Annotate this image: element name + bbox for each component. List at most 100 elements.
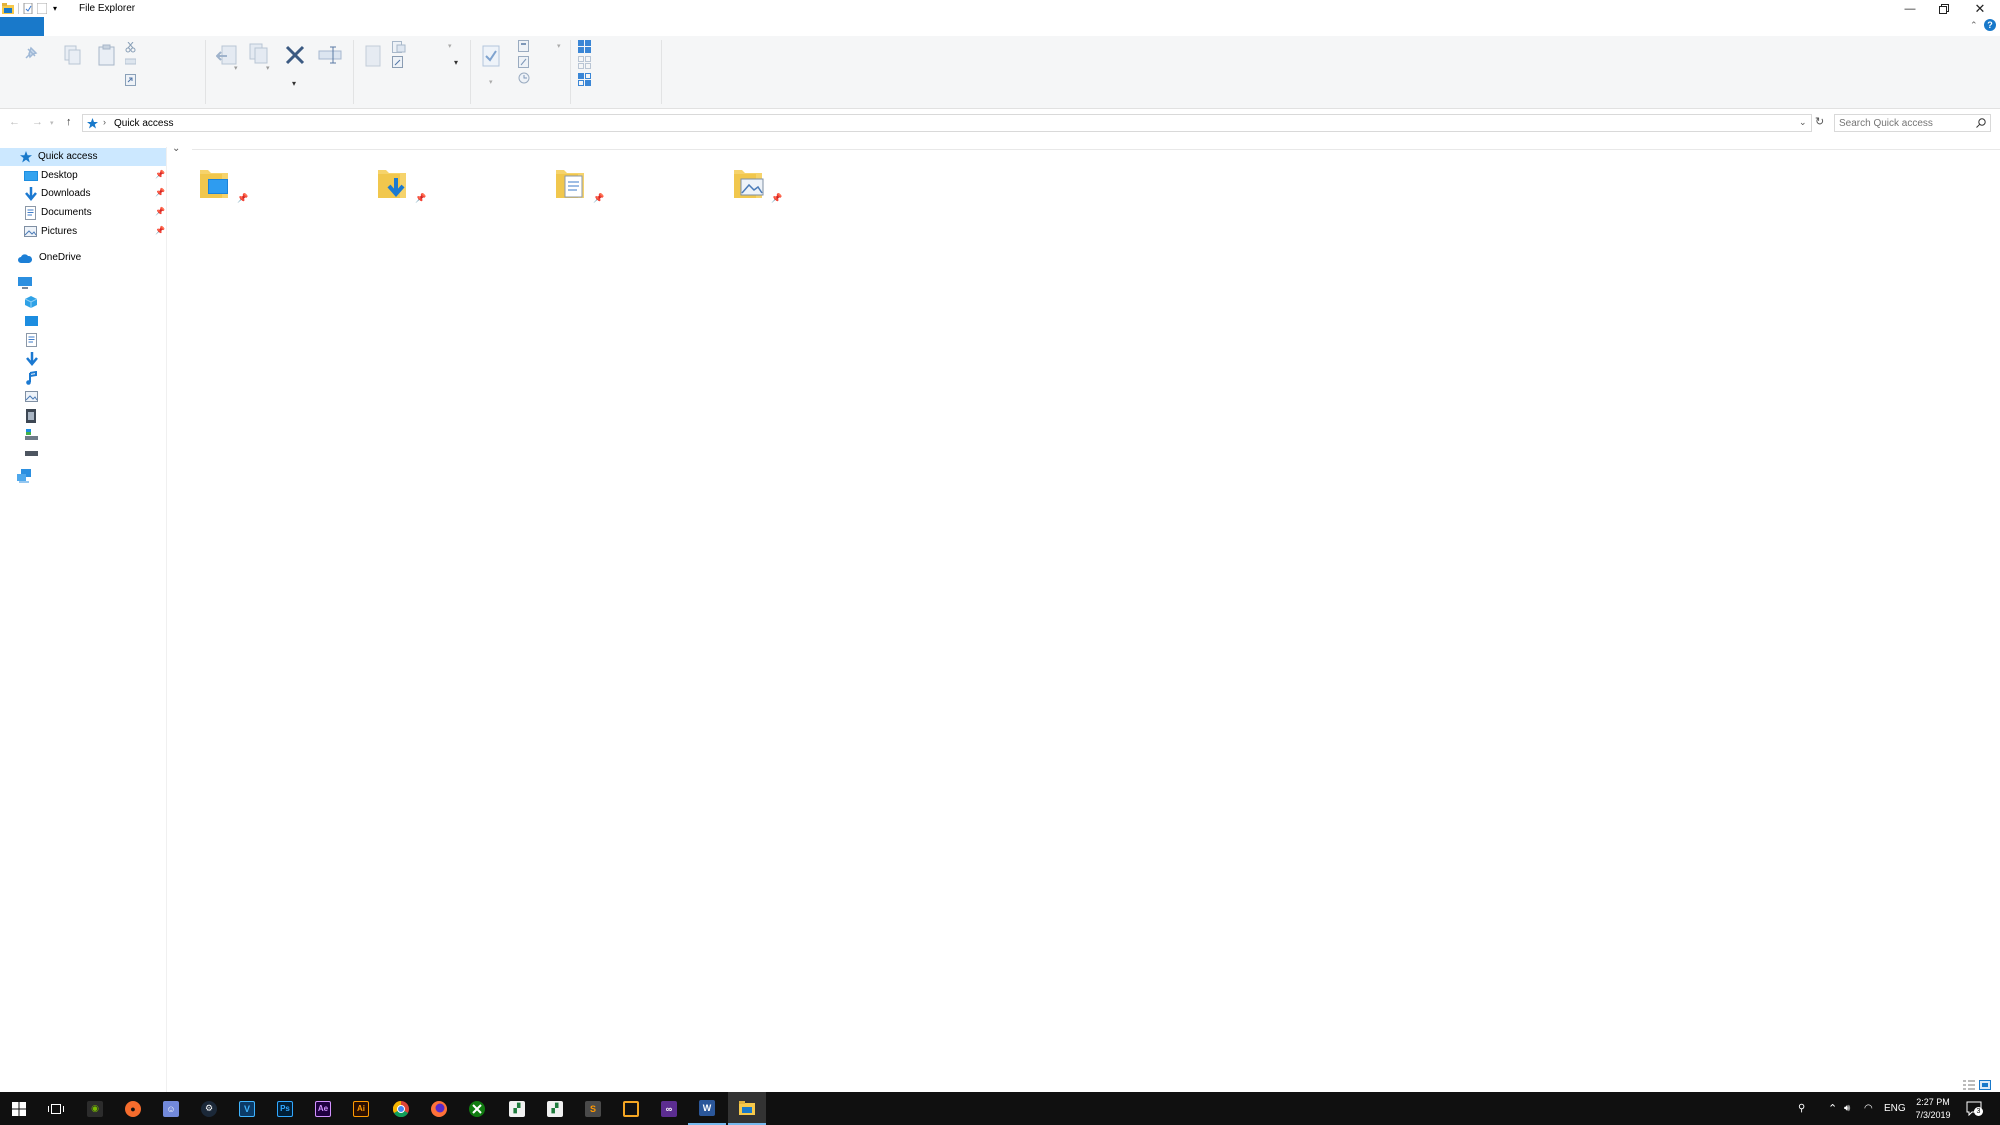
nav-item-desktop[interactable]: Desktop 📌 bbox=[0, 167, 166, 185]
nav-item-downloads[interactable]: Downloads 📌 bbox=[0, 185, 166, 203]
nav-item-local-disk[interactable] bbox=[0, 426, 166, 444]
history-icon[interactable] bbox=[518, 72, 531, 84]
move-to-icon[interactable] bbox=[216, 44, 238, 66]
taskbar-firefox[interactable] bbox=[420, 1092, 458, 1125]
open-properties-icon[interactable] bbox=[482, 45, 502, 67]
breadcrumb-quick-access[interactable]: Quick access bbox=[114, 118, 173, 129]
taskbar-discord[interactable]: ☺ bbox=[152, 1092, 190, 1125]
invert-selection-icon[interactable] bbox=[578, 73, 591, 86]
open-dropdown-icon[interactable]: ▾ bbox=[557, 42, 561, 50]
taskbar-sublime[interactable]: S bbox=[574, 1092, 612, 1125]
up-button[interactable]: ↑ bbox=[66, 116, 72, 128]
folder-tile-desktop[interactable]: 📌 bbox=[200, 166, 250, 206]
taskbar-illustrator[interactable]: Ai bbox=[342, 1092, 380, 1125]
restore-button[interactable] bbox=[1927, 0, 1961, 17]
easy-access-icon[interactable] bbox=[392, 56, 406, 68]
address-bar[interactable]: › Quick access ⌄ bbox=[82, 114, 1812, 132]
large-icons-view-icon[interactable] bbox=[1979, 1080, 1991, 1090]
taskbar-spreadsheet-1[interactable]: ▞ bbox=[498, 1092, 536, 1125]
taskbar-word[interactable]: W bbox=[688, 1092, 726, 1125]
taskbar-xbox[interactable] bbox=[458, 1092, 496, 1125]
taskbar-app-orange[interactable] bbox=[612, 1092, 650, 1125]
properties-dropdown-icon[interactable]: ▾ bbox=[489, 78, 493, 86]
back-button[interactable]: ← bbox=[9, 116, 20, 128]
paste-shortcut-icon[interactable] bbox=[125, 74, 136, 86]
address-dropdown-icon[interactable]: ⌄ bbox=[1799, 117, 1807, 128]
group-collapse-chevron-icon[interactable]: ⌄ bbox=[172, 143, 180, 154]
new-item-icon[interactable] bbox=[392, 41, 406, 53]
forward-button[interactable]: → bbox=[32, 116, 43, 128]
new-item-dropdown-icon[interactable]: ▾ bbox=[448, 42, 452, 50]
volume-icon[interactable]: 🔊︎ bbox=[1844, 1092, 1850, 1125]
select-none-icon[interactable] bbox=[578, 56, 591, 69]
network-status-icon[interactable]: ◠ bbox=[1864, 1092, 1873, 1125]
minimize-ribbon-chevron-icon[interactable]: ⌃ bbox=[1970, 20, 1978, 31]
cut-icon[interactable] bbox=[125, 42, 136, 53]
nav-item-3d-objects[interactable] bbox=[0, 293, 166, 311]
folder-tile-documents[interactable]: 📌 bbox=[556, 166, 606, 206]
rename-icon[interactable] bbox=[318, 46, 342, 64]
nav-item-pictures[interactable]: Pictures 📌 bbox=[0, 223, 166, 241]
search-input[interactable] bbox=[1839, 116, 1969, 130]
minimize-button[interactable]: — bbox=[1893, 0, 1927, 17]
clock[interactable]: 2:27 PM 7/3/2019 bbox=[1905, 1096, 1961, 1122]
delete-dropdown-icon[interactable]: ▾ bbox=[292, 79, 296, 88]
taskbar-photoshop[interactable]: Ps bbox=[266, 1092, 304, 1125]
search-box[interactable] bbox=[1834, 114, 1991, 132]
delete-icon[interactable] bbox=[284, 44, 306, 66]
recent-locations-chevron-icon[interactable]: ▾ bbox=[50, 119, 54, 127]
taskbar-chrome[interactable] bbox=[382, 1092, 420, 1125]
downloads-icon bbox=[25, 187, 37, 201]
copy-to-icon[interactable] bbox=[248, 42, 270, 64]
nav-item-documents[interactable]: Documents 📌 bbox=[0, 204, 166, 222]
show-hidden-icons-chevron-icon[interactable]: ⌃ bbox=[1828, 1092, 1837, 1125]
select-all-icon[interactable] bbox=[578, 40, 591, 53]
nav-item-videos[interactable] bbox=[0, 407, 166, 425]
edit-icon[interactable] bbox=[518, 56, 530, 68]
open-icon[interactable] bbox=[518, 40, 530, 52]
help-icon[interactable]: ? bbox=[1984, 19, 1996, 31]
easy-access-dropdown-icon[interactable]: ▾ bbox=[454, 58, 458, 67]
taskbar-visual-studio[interactable]: ∞ bbox=[650, 1092, 688, 1125]
refresh-icon[interactable]: ↻ bbox=[1815, 115, 1824, 128]
move-to-dropdown-icon[interactable]: ▾ bbox=[234, 64, 238, 72]
action-center-button[interactable]: 3 bbox=[1966, 1100, 1983, 1117]
nav-item-network[interactable] bbox=[0, 467, 166, 485]
taskbar-nvidia[interactable]: ◉ bbox=[76, 1092, 114, 1125]
taskbar-after-effects[interactable]: Ae bbox=[304, 1092, 342, 1125]
nav-item-downloads-pc[interactable] bbox=[0, 350, 166, 368]
taskbar-steam[interactable]: ⚙ bbox=[190, 1092, 228, 1125]
task-view-button[interactable] bbox=[37, 1092, 75, 1125]
properties-icon[interactable] bbox=[23, 3, 33, 14]
copy-icon[interactable] bbox=[64, 45, 82, 65]
people-icon[interactable]: ⚲ bbox=[1798, 1092, 1805, 1125]
copy-path-icon[interactable] bbox=[125, 57, 136, 66]
nav-item-documents-pc[interactable] bbox=[0, 331, 166, 349]
details-view-icon[interactable] bbox=[1963, 1080, 1975, 1090]
search-icon[interactable] bbox=[1976, 118, 1986, 128]
folder-tile-downloads[interactable]: 📌 bbox=[378, 166, 428, 206]
taskbar-spreadsheet-2[interactable]: ▞ bbox=[536, 1092, 574, 1125]
nav-item-pictures-pc[interactable] bbox=[0, 388, 166, 406]
language-indicator[interactable]: ENG bbox=[1884, 1092, 1906, 1125]
new-folder-icon[interactable] bbox=[37, 3, 47, 14]
nav-item-music[interactable] bbox=[0, 369, 166, 387]
taskbar-vegas[interactable]: V bbox=[228, 1092, 266, 1125]
customize-qat-chevron-icon[interactable]: ▾ bbox=[53, 4, 57, 13]
file-tab[interactable] bbox=[0, 17, 44, 36]
close-button[interactable]: ✕ bbox=[1963, 0, 1997, 17]
nav-item-drive[interactable] bbox=[0, 445, 166, 463]
copy-to-dropdown-icon[interactable]: ▾ bbox=[266, 64, 270, 72]
breadcrumb-chevron-icon[interactable]: › bbox=[103, 117, 106, 127]
paste-icon[interactable] bbox=[98, 44, 116, 66]
nav-item-this-pc[interactable] bbox=[0, 274, 166, 292]
start-button[interactable] bbox=[0, 1092, 38, 1125]
taskbar-origin[interactable]: ● bbox=[114, 1092, 152, 1125]
new-folder-large-icon[interactable] bbox=[365, 45, 381, 67]
nav-item-quick-access[interactable]: Quick access bbox=[0, 148, 166, 166]
nav-item-onedrive[interactable]: OneDrive bbox=[0, 249, 166, 267]
nav-item-desktop-pc[interactable] bbox=[0, 312, 166, 330]
pin-to-quick-access-icon[interactable] bbox=[22, 46, 38, 62]
folder-tile-pictures[interactable]: 📌 bbox=[734, 166, 784, 206]
taskbar-file-explorer[interactable] bbox=[728, 1092, 766, 1125]
